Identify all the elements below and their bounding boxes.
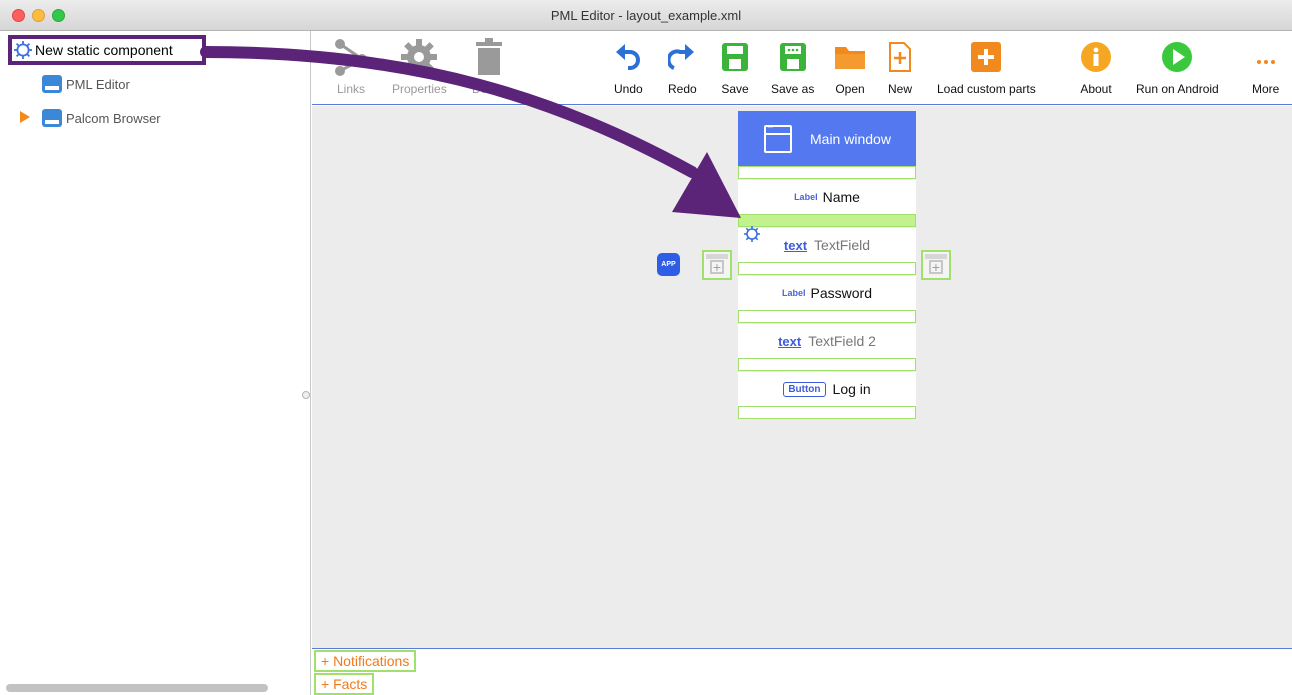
drop-slot[interactable] [738,166,916,179]
about-button[interactable]: About [1080,35,1112,103]
add-right-window-button[interactable]: + [921,250,951,280]
device-icon [42,75,62,93]
open-button[interactable]: Open [834,35,866,103]
sidebar: PML Editor Palcom Browser [0,31,311,695]
links-button[interactable]: Links [334,35,368,103]
component-textfield-2[interactable]: text TextField 2 [738,324,916,358]
tree-item-label: Palcom Browser [66,110,161,126]
add-square-icon [971,35,1002,79]
gear-outline-icon [744,226,760,242]
trash-icon [476,35,503,79]
load-custom-parts-button[interactable]: Load custom parts [937,35,1036,103]
component-value: Log in [832,381,871,397]
tree-item-pml-editor[interactable]: PML Editor [42,72,130,96]
more-icon [1256,35,1276,79]
button-tag: Button [783,381,826,397]
component-value: TextField [814,237,871,253]
redo-button[interactable]: Redo [668,35,697,103]
play-icon [1161,35,1193,79]
window-icon [764,122,792,153]
gear-icon [399,35,439,79]
disclosure-triangle-icon[interactable] [20,111,30,123]
bottom-panel: + Notifications + Facts [312,648,1292,695]
properties-button[interactable]: Properties [392,35,447,103]
drop-slot[interactable] [738,310,916,323]
plus-icon: + [710,260,724,274]
new-static-component-label: New static component [35,42,173,58]
window-title: PML Editor - layout_example.xml [550,8,742,23]
label-tag: Label [782,288,806,298]
text-tag: text [783,237,808,253]
add-left-window-button[interactable]: + [702,250,732,280]
more-button[interactable]: More [1252,35,1279,103]
new-file-icon [888,35,912,79]
add-facts-button[interactable]: + Facts [314,673,375,695]
redo-icon [668,35,696,79]
component-button-login[interactable]: Button Log in [738,372,916,406]
drop-slot[interactable] [738,262,916,275]
main-window-header[interactable]: Main window [738,111,916,166]
component-textfield[interactable]: text TextField [738,228,916,262]
layout-canvas[interactable]: APP + + Main window Label Name text Text… [312,106,1292,648]
undo-button[interactable]: Undo [614,35,643,103]
tree-item-palcom-browser[interactable]: Palcom Browser [42,106,161,130]
app-badge[interactable]: APP [657,253,680,276]
save-button[interactable]: Save [721,35,749,103]
new-static-component-item[interactable]: New static component [8,35,206,65]
toolbar: Links Properties Delete Undo Redo Save S… [312,31,1292,105]
component-label-name[interactable]: Label Name [738,180,916,214]
component-value: TextField 2 [808,333,876,349]
tree-item-label: PML Editor [66,76,130,92]
device-icon [42,109,62,127]
horizontal-scrollbar[interactable] [6,684,268,692]
new-button[interactable]: New [888,35,912,103]
component-value: Password [810,285,872,301]
undo-icon [614,35,642,79]
drop-slot[interactable] [738,358,916,371]
plus-icon: + [929,260,943,274]
text-tag: text [778,333,802,349]
drop-slot-active[interactable] [738,214,916,227]
main-window-label: Main window [810,130,891,147]
links-icon [334,35,368,79]
floppy-icon [721,35,749,79]
component-label-password[interactable]: Label Password [738,276,916,310]
gear-outline-icon [14,41,32,59]
splitter-handle[interactable] [302,391,310,399]
info-icon [1080,35,1112,79]
delete-button[interactable]: Delete [472,35,507,103]
component-value: Name [822,189,860,205]
title-bar: PML Editor - layout_example.xml [0,0,1292,31]
save-as-button[interactable]: Save as [771,35,814,103]
folder-icon [834,35,866,79]
floppy-dots-icon [779,35,807,79]
run-on-android-button[interactable]: Run on Android [1136,35,1219,103]
label-tag: Label [794,192,818,202]
drop-slot[interactable] [738,406,916,419]
add-notifications-button[interactable]: + Notifications [314,650,417,672]
